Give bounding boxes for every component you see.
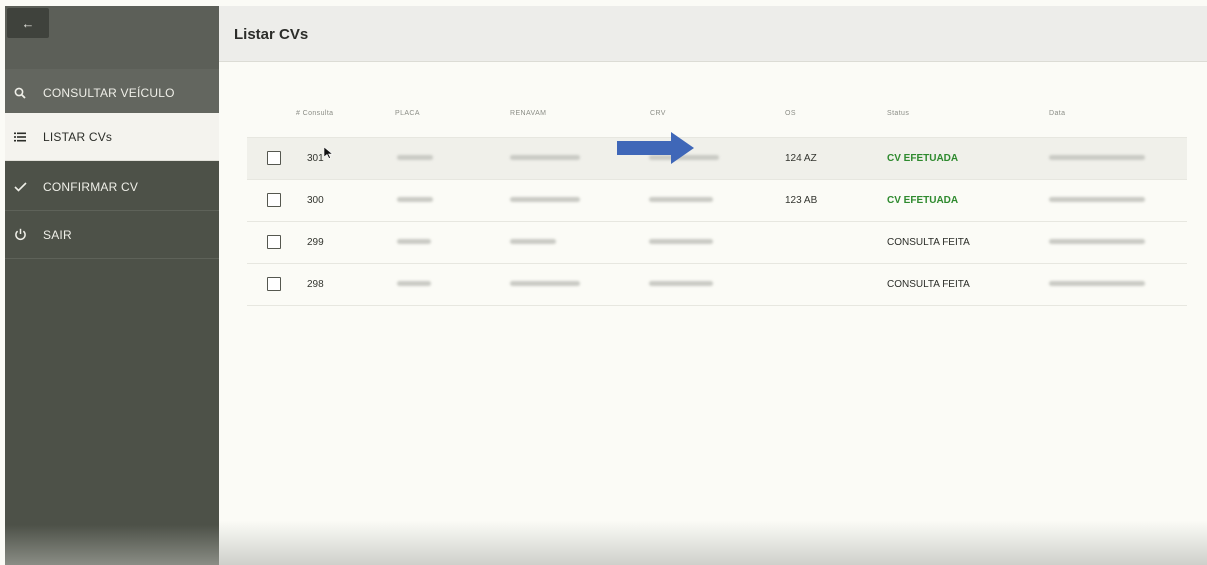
cell-data-redacted	[1049, 197, 1145, 202]
table-row[interactable]: 301 124 AZ CV EFETUADA	[247, 138, 1187, 180]
cell-renavam-redacted	[510, 197, 580, 202]
app-screen: ← CONSULTAR VEÍCULO LISTAR CVs CONFIRMAR…	[0, 0, 1207, 565]
column-header-consulta[interactable]: # Consulta	[296, 110, 333, 117]
annotation-arrow-icon	[617, 132, 694, 164]
list-icon	[13, 130, 27, 144]
column-header-status[interactable]: Status	[887, 110, 909, 117]
cell-renavam-redacted	[510, 155, 580, 160]
cell-crv-redacted	[649, 197, 713, 202]
sidebar: ← CONSULTAR VEÍCULO LISTAR CVs CONFIRMAR…	[5, 6, 219, 565]
cell-os: 123 AB	[785, 195, 818, 206]
sidebar-item-consultar-veiculo[interactable]: CONSULTAR VEÍCULO	[5, 69, 219, 117]
cell-consulta: 298	[307, 279, 324, 290]
cell-renavam-redacted	[510, 239, 556, 244]
cell-consulta: 300	[307, 195, 324, 206]
column-header-os[interactable]: OS	[785, 110, 796, 117]
cell-consulta: 299	[307, 237, 324, 248]
page-title: Listar CVs	[234, 26, 309, 43]
status-badge: CONSULTA FEITA	[887, 237, 970, 248]
sidebar-item-sair[interactable]: SAIR	[5, 211, 219, 259]
page-header: Listar CVs	[219, 6, 1207, 62]
table-row[interactable]: 298 CONSULTA FEITA	[247, 264, 1187, 306]
table-row[interactable]: 300 123 AB CV EFETUADA	[247, 180, 1187, 222]
cell-placa-redacted	[397, 197, 433, 202]
row-checkbox[interactable]	[267, 235, 281, 249]
status-badge: CONSULTA FEITA	[887, 279, 970, 290]
cell-os: 124 AZ	[785, 153, 817, 164]
column-header-data[interactable]: Data	[1049, 110, 1065, 117]
column-header-placa[interactable]: PLACA	[395, 110, 420, 117]
cell-renavam-redacted	[510, 281, 580, 286]
mouse-cursor-icon	[324, 147, 334, 159]
cell-placa-redacted	[397, 155, 433, 160]
sidebar-header: ←	[5, 6, 219, 69]
table-row[interactable]: 299 CONSULTA FEITA	[247, 222, 1187, 264]
cell-data-redacted	[1049, 281, 1145, 286]
power-icon	[13, 228, 27, 242]
bottom-shadow	[219, 521, 1207, 565]
arrow-left-icon: ←	[21, 15, 35, 31]
column-header-crv[interactable]: CRV	[650, 110, 666, 117]
cell-crv-redacted	[649, 239, 713, 244]
cell-placa-redacted	[397, 239, 431, 244]
check-icon	[13, 180, 27, 194]
sidebar-item-listar-cvs[interactable]: LISTAR CVs	[5, 113, 219, 161]
sidebar-item-label: SAIR	[43, 227, 72, 242]
search-icon	[13, 86, 27, 100]
cv-table: # Consulta PLACA RENAVAM CRV OS Status D…	[247, 96, 1187, 306]
row-checkbox[interactable]	[267, 277, 281, 291]
cell-data-redacted	[1049, 155, 1145, 160]
cell-placa-redacted	[397, 281, 431, 286]
sidebar-item-confirmar-cv[interactable]: CONFIRMAR CV	[5, 163, 219, 211]
cell-crv-redacted	[649, 281, 713, 286]
column-header-renavam[interactable]: RENAVAM	[510, 110, 546, 117]
table-header: # Consulta PLACA RENAVAM CRV OS Status D…	[247, 96, 1187, 138]
status-badge: CV EFETUADA	[887, 195, 959, 206]
status-badge: CV EFETUADA	[887, 153, 959, 164]
cell-data-redacted	[1049, 239, 1145, 244]
row-checkbox[interactable]	[267, 151, 281, 165]
sidebar-item-label: CONSULTAR VEÍCULO	[43, 85, 175, 100]
cell-consulta: 301	[307, 153, 324, 164]
row-checkbox[interactable]	[267, 193, 281, 207]
sidebar-item-label: LISTAR CVs	[43, 129, 113, 144]
sidebar-footer	[5, 525, 219, 565]
back-button[interactable]: ←	[7, 8, 49, 38]
sidebar-item-label: CONFIRMAR CV	[43, 179, 139, 194]
